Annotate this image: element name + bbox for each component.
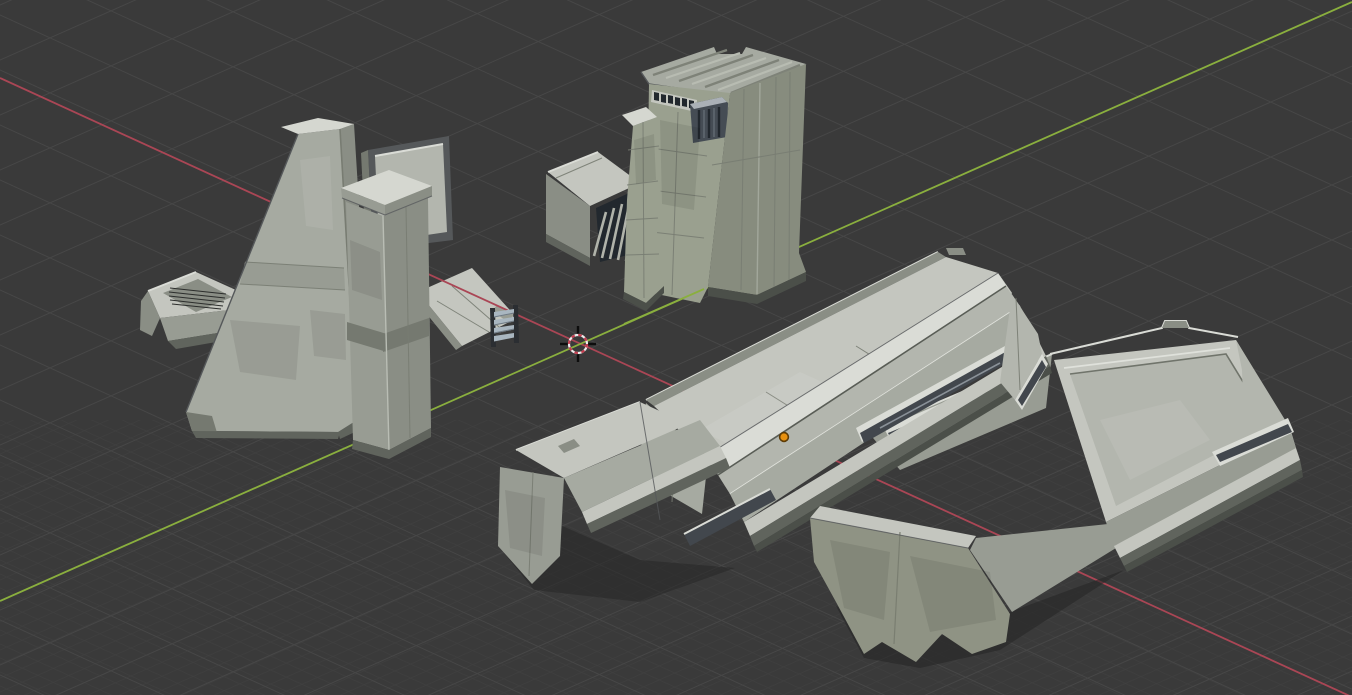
viewport-3d[interactable] <box>0 0 1352 695</box>
object-origin-dot[interactable] <box>780 433 789 442</box>
tower-building[interactable] <box>622 47 806 311</box>
pillar[interactable] <box>341 170 432 459</box>
